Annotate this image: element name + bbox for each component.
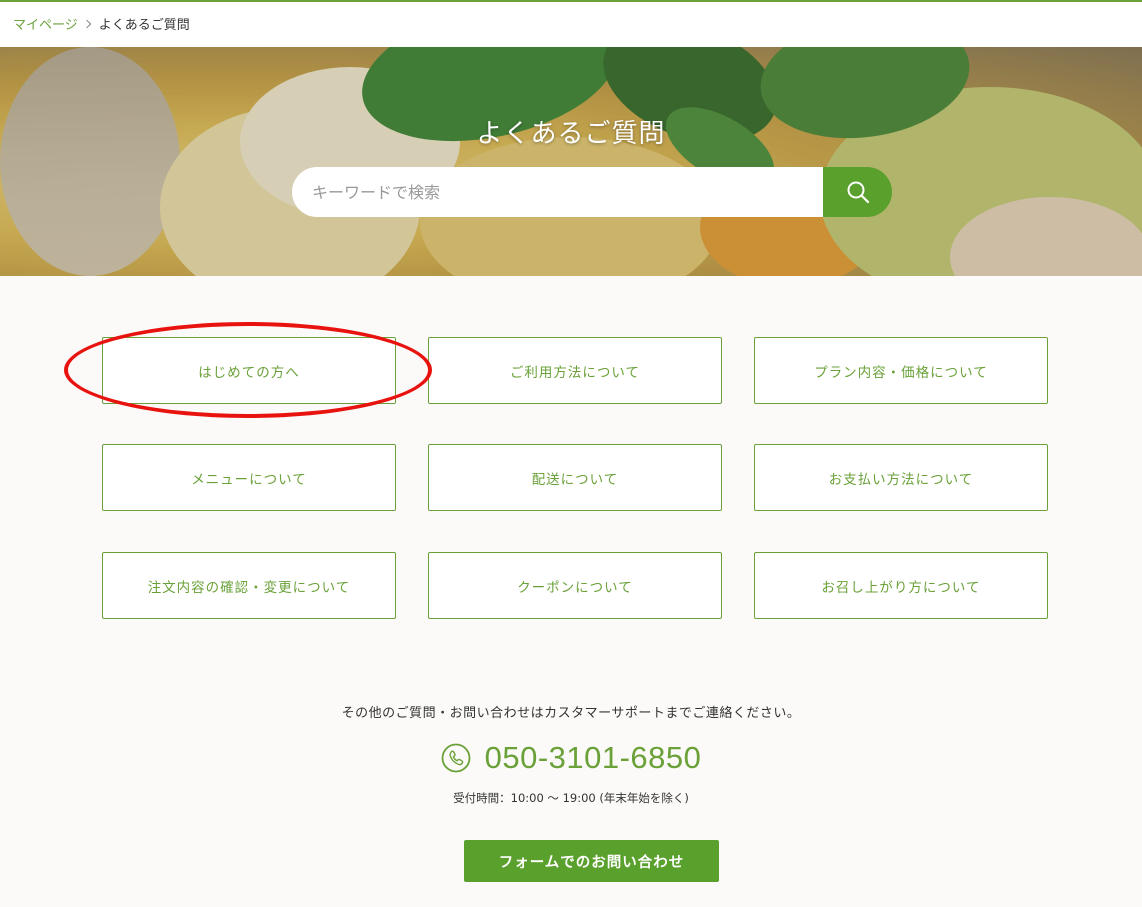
category-button-delivery[interactable]: 配送について <box>428 444 722 511</box>
contact-form-button[interactable]: フォームでのお問い合わせ <box>464 840 719 882</box>
search-icon <box>847 181 869 204</box>
phone-number[interactable]: 050-3101-6850 <box>485 740 702 776</box>
breadcrumb: マイページ よくあるご質問 <box>0 0 1142 47</box>
contact-note: その他のご質問・お問い合わせはカスタマーサポートまでご連絡ください。 <box>341 706 801 721</box>
phone-row: 050-3101-6850 <box>0 740 1142 776</box>
category-button-order-changes[interactable]: 注文内容の確認・変更について <box>102 552 396 619</box>
breadcrumb-mypage-link[interactable]: マイページ <box>13 14 78 33</box>
category-button-payment[interactable]: お支払い方法について <box>754 444 1048 511</box>
category-button-usage[interactable]: ご利用方法について <box>428 337 722 404</box>
hero-banner <box>0 47 1142 276</box>
breadcrumb-current: よくあるご質問 <box>98 18 190 33</box>
search-button[interactable] <box>823 167 892 217</box>
category-button-how-to-eat[interactable]: お召し上がり方について <box>754 552 1048 619</box>
page-title: よくあるご質問 <box>476 119 666 149</box>
chevron-right-icon <box>82 19 91 28</box>
category-button-plans-prices[interactable]: プラン内容・価格について <box>754 337 1048 404</box>
hero-overlay <box>0 47 1142 276</box>
support-hours: 受付時間：10:00 〜 19:00 (年末年始を除く) <box>453 791 689 805</box>
top-accent-line <box>0 0 1142 2</box>
category-button-menu[interactable]: メニューについて <box>102 444 396 511</box>
faq-search <box>292 167 892 217</box>
category-button-beginners[interactable]: はじめての方へ <box>102 337 396 404</box>
category-button-coupons[interactable]: クーポンについて <box>428 552 722 619</box>
phone-icon <box>441 743 470 773</box>
search-input[interactable] <box>292 167 823 217</box>
